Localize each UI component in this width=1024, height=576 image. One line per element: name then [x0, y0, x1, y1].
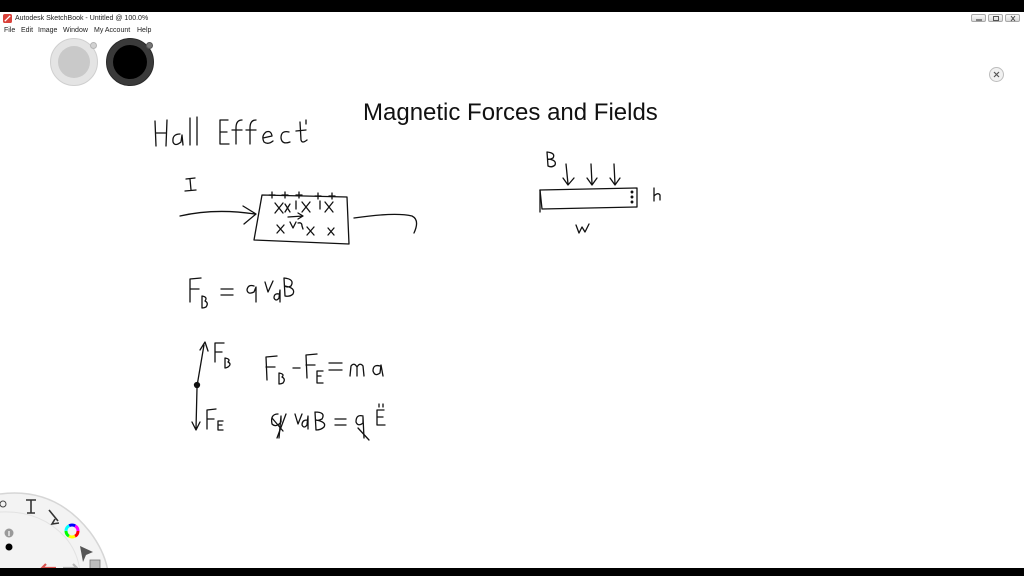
canvas-close-button[interactable] — [989, 67, 1004, 82]
label-fb-diagram — [214, 342, 231, 369]
puck-handle[interactable] — [90, 42, 97, 49]
field-label-b — [546, 151, 556, 168]
conducting-strip — [539, 187, 638, 213]
puck-handle[interactable] — [146, 42, 153, 49]
height-label-h — [653, 187, 661, 202]
conductor-slab — [253, 191, 350, 245]
menu-help[interactable]: Help — [137, 26, 151, 35]
info-icon[interactable] — [4, 528, 14, 538]
sketchbook-app-icon — [3, 14, 12, 23]
color-puck[interactable] — [106, 38, 154, 86]
page-title: Magnetic Forces and Fields — [363, 99, 658, 126]
maximize-button[interactable] — [988, 14, 1003, 22]
menu-my-account[interactable]: My Account — [94, 26, 130, 35]
close-icon — [1010, 15, 1016, 22]
sketchbook-window: Autodesk SketchBook - Untitled @ 100.0% … — [0, 12, 1024, 568]
current-arrow — [179, 205, 257, 225]
menu-file[interactable]: File — [4, 26, 15, 35]
net-force-equation — [265, 353, 384, 385]
current-label — [184, 177, 197, 192]
menu-bar: File Edit Image Window My Account Help — [0, 25, 1024, 36]
brush-puck[interactable] — [50, 38, 98, 86]
menu-edit[interactable]: Edit — [21, 26, 33, 35]
hall-effect-heading — [154, 116, 308, 147]
restore-icon — [993, 16, 999, 21]
title-bar: Autodesk SketchBook - Untitled @ 100.0% — [0, 12, 1024, 26]
balance-equation — [270, 403, 386, 441]
brush-puck-icon — [58, 46, 90, 78]
force-equation — [189, 277, 295, 309]
free-body-diagram — [191, 341, 209, 431]
width-label-w — [575, 223, 590, 234]
minimize-icon — [976, 19, 982, 21]
minimize-button[interactable] — [971, 14, 986, 22]
color-swatch-icon[interactable] — [5, 543, 13, 551]
menu-image[interactable]: Image — [38, 26, 57, 35]
layers-icon[interactable] — [89, 559, 101, 568]
window-title: Autodesk SketchBook - Untitled @ 100.0% — [15, 15, 149, 22]
menu-window[interactable]: Window — [63, 26, 88, 35]
label-fe-diagram — [206, 408, 224, 431]
current-exit-wire — [353, 213, 418, 234]
lagoon-ring — [0, 493, 108, 568]
color-puck-icon — [113, 45, 147, 79]
field-arrows — [562, 163, 621, 186]
close-icon — [993, 71, 1000, 78]
drawing-canvas[interactable]: Magnetic Forces and Fields — [0, 36, 1024, 568]
lagoon-toolbar[interactable] — [0, 472, 120, 568]
window-close-button[interactable] — [1005, 14, 1020, 22]
